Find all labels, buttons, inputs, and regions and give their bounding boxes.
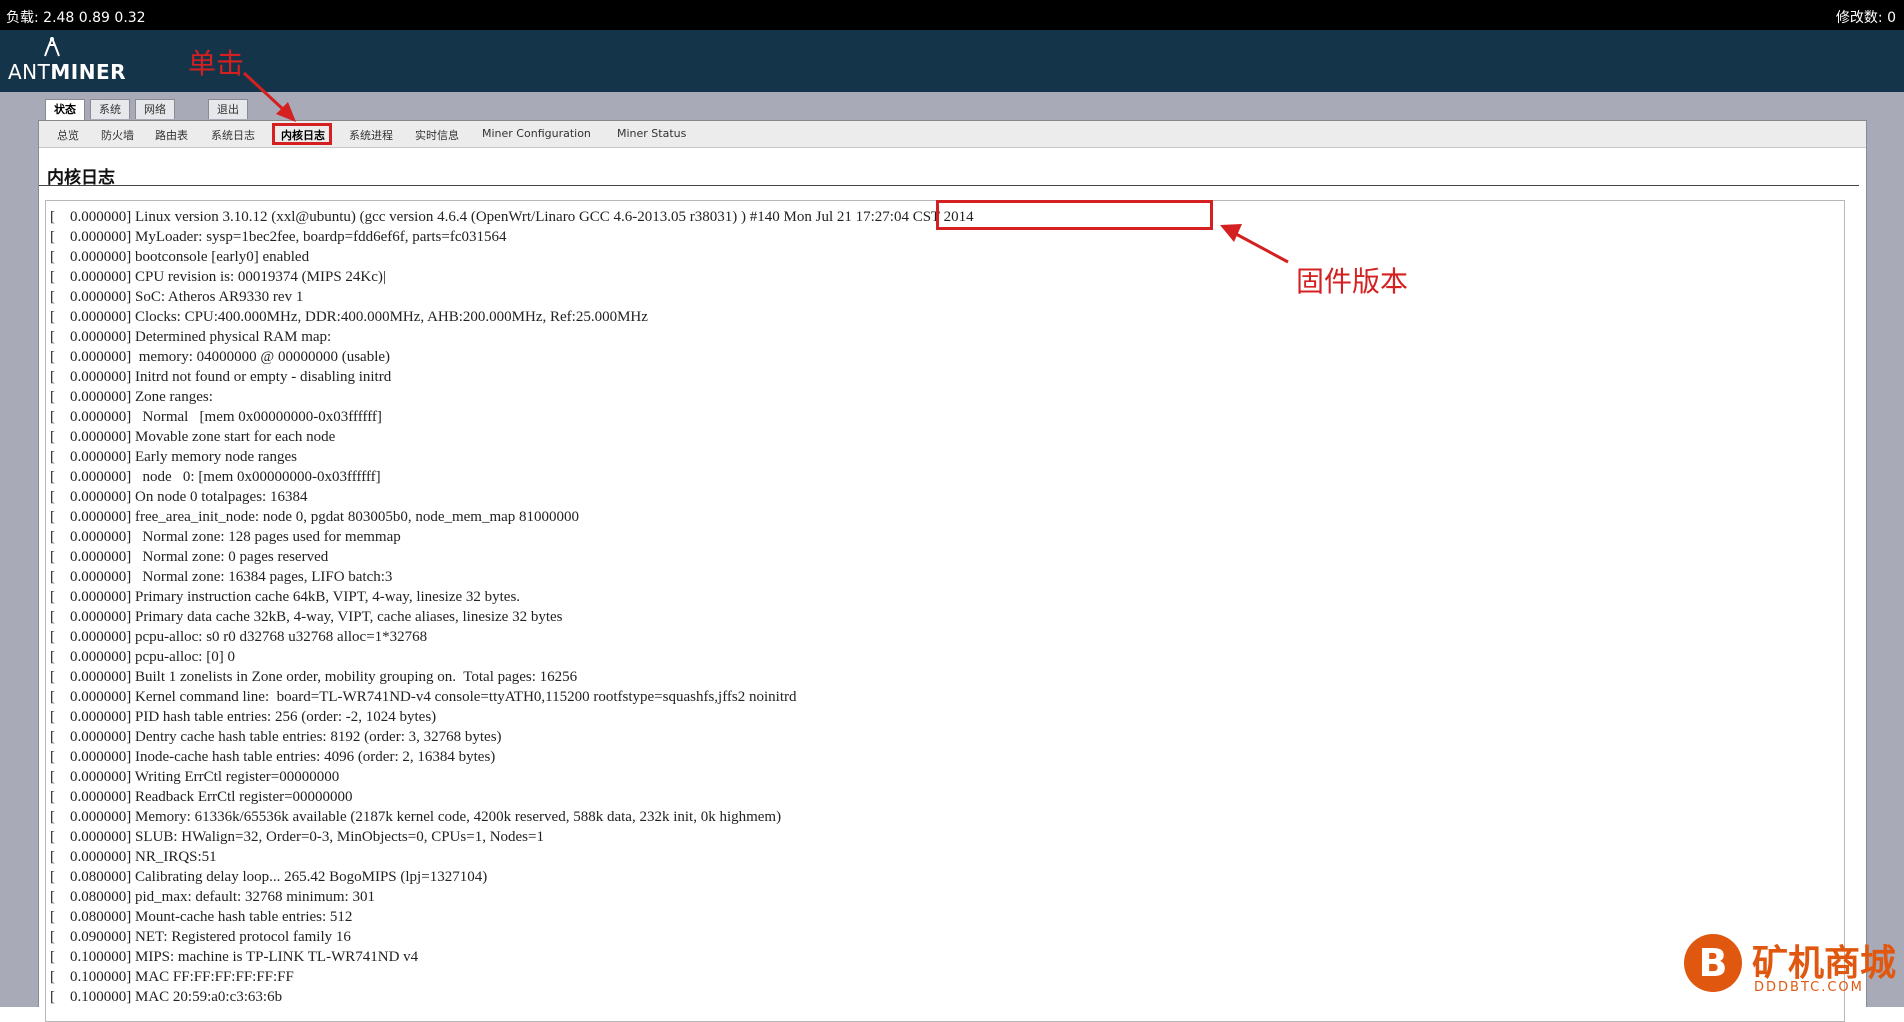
changes-count[interactable]: 修改数: 0 — [1836, 7, 1896, 27]
annotation-firmware-version: 固件版本 — [1296, 265, 1409, 298]
tab-network[interactable]: 网络 — [135, 99, 175, 119]
subtab-routes[interactable]: 路由表 — [155, 127, 188, 143]
click-highlight-box — [272, 123, 332, 145]
log-line: [ 0.000000] node 0: [mem 0x00000000-0x03… — [50, 469, 381, 485]
log-line: [ 0.000000] On node 0 totalpages: 16384 — [50, 489, 308, 505]
log-line: [ 0.000000] MyLoader: sysp=1bec2fee, boa… — [50, 229, 507, 245]
log-line: [ 0.000000] pcpu-alloc: [0] 0 — [50, 649, 235, 665]
subtab-realtime[interactable]: 实时信息 — [415, 127, 459, 143]
log-line: [ 0.000000] Initrd not found or empty - … — [50, 369, 392, 385]
subtab-firewall[interactable]: 防火墙 — [101, 127, 134, 143]
log-line: [ 0.090000] NET: Registered protocol fam… — [50, 929, 351, 945]
log-line: [ 0.000000] free_area_init_node: node 0,… — [50, 509, 580, 525]
log-line: [ 0.100000] MAC FF:FF:FF:FF:FF:FF — [50, 969, 294, 985]
log-line: [ 0.000000] memory: 04000000 @ 00000000 … — [50, 349, 391, 365]
tab-logout[interactable]: 退出 — [208, 99, 248, 119]
log-line: [ 0.000000] Determined physical RAM map: — [50, 329, 332, 345]
tab-status[interactable]: 状态 — [45, 99, 85, 121]
tab-system[interactable]: 系统 — [90, 99, 130, 119]
log-line: [ 0.000000] Primary data cache 32kB, 4-w… — [50, 609, 563, 625]
subtab-syslog[interactable]: 系统日志 — [211, 127, 255, 143]
log-line: [ 0.100000] MIPS: machine is TP-LINK TL-… — [50, 949, 419, 965]
log-line: [ 0.000000] Normal zone: 0 pages reserve… — [50, 549, 329, 565]
log-line: [ 0.000000] Clocks: CPU:400.000MHz, DDR:… — [50, 309, 648, 325]
kernel-log-box[interactable]: [ 0.000000] Linux version 3.10.12 (xxl@u… — [45, 200, 1845, 1022]
log-line: [ 0.000000] Dentry cache hash table entr… — [50, 729, 502, 745]
content-panel: 总览 防火墙 路由表 系统日志 内核日志 系统进程 实时信息 Miner Con… — [38, 120, 1867, 1022]
status-bar: 负载: 2.48 0.89 0.32 修改数: 0 — [0, 0, 1904, 30]
log-line: [ 0.000000] bootconsole [early0] enabled — [50, 249, 310, 265]
firmware-version-highlight — [936, 200, 1213, 230]
log-line: [ 0.000000] Linux version 3.10.12 (xxl@u… — [50, 209, 974, 225]
watermark-name: 矿机商城 — [1752, 943, 1897, 984]
log-line: [ 0.000000] Built 1 zonelists in Zone or… — [50, 669, 578, 685]
log-line: [ 0.000000] Normal zone: 128 pages used … — [50, 529, 401, 545]
log-line: [ 0.000000] Primary instruction cache 64… — [50, 589, 521, 605]
log-line: [ 0.000000] CPU revision is: 00019374 (M… — [50, 269, 386, 285]
log-line: [ 0.000000] Normal zone: 16384 pages, LI… — [50, 569, 393, 585]
subtab-miner-status[interactable]: Miner Status — [617, 127, 686, 140]
log-line: [ 0.000000] Normal [mem 0x00000000-0x03f… — [50, 409, 382, 425]
log-line: [ 0.080000] Calibrating delay loop... 26… — [50, 869, 488, 885]
log-line: [ 0.080000] pid_max: default: 32768 mini… — [50, 889, 375, 905]
log-line: [ 0.000000] Readback ErrCtl register=000… — [50, 789, 353, 805]
bitcoin-logo-icon: B — [1684, 934, 1742, 992]
log-line: [ 0.000000] pcpu-alloc: s0 r0 d32768 u32… — [50, 629, 428, 645]
kernel-log-text: [ 0.000000] Linux version 3.10.12 (xxl@u… — [50, 207, 974, 1007]
subtab-processes[interactable]: 系统进程 — [349, 127, 393, 143]
title-divider — [39, 185, 1859, 186]
log-line: [ 0.000000] Movable zone start for each … — [50, 429, 336, 445]
log-line: [ 0.080000] Mount-cache hash table entri… — [50, 909, 353, 925]
system-load: 负载: 2.48 0.89 0.32 — [6, 10, 146, 26]
log-line: [ 0.000000] Inode-cache hash table entri… — [50, 749, 496, 765]
antminer-logo[interactable]: ANTMINER — [8, 60, 126, 84]
annotation-click: 单击 — [188, 47, 245, 80]
subtab-overview[interactable]: 总览 — [57, 127, 79, 143]
log-line: [ 0.000000] NR_IRQS:51 — [50, 849, 217, 865]
log-line: [ 0.000000] PID hash table entries: 256 … — [50, 709, 437, 725]
log-line: [ 0.000000] SoC: Atheros AR9330 rev 1 — [50, 289, 304, 305]
log-line: [ 0.000000] Writing ErrCtl register=0000… — [50, 769, 340, 785]
log-line: [ 0.000000] Zone ranges: — [50, 389, 213, 405]
subtab-miner-configuration[interactable]: Miner Configuration — [482, 127, 591, 140]
antminer-logo-icon — [44, 37, 60, 57]
header: ANTMINER — [0, 30, 1904, 92]
watermark-domain: DDDBTC.COM — [1754, 980, 1864, 995]
log-line: [ 0.000000] SLUB: HWalign=32, Order=0-3,… — [50, 829, 544, 845]
log-line: [ 0.000000] Early memory node ranges — [50, 449, 298, 465]
sub-navigation: 总览 防火墙 路由表 系统日志 内核日志 系统进程 实时信息 Miner Con… — [39, 120, 1866, 148]
log-line: [ 0.000000] Kernel command line: board=T… — [50, 689, 797, 705]
log-line: [ 0.000000] Memory: 61336k/65536k availa… — [50, 809, 782, 825]
log-line: [ 0.100000] MAC 20:59:a0:c3:63:6b — [50, 989, 283, 1005]
